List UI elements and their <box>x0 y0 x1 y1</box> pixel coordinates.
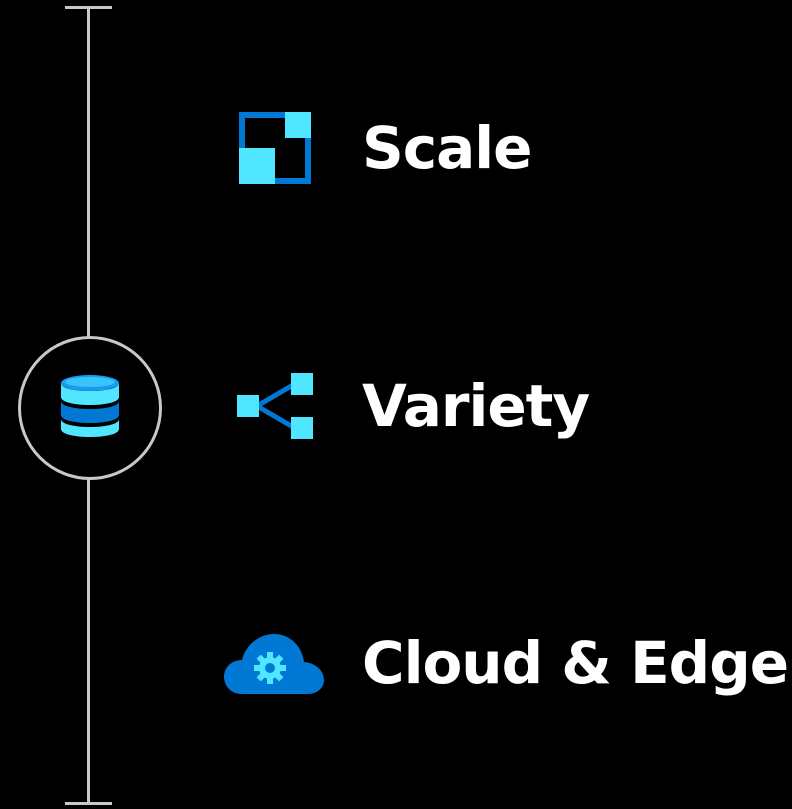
timeline-bottom-cap <box>65 802 112 805</box>
timeline-line-upper <box>87 6 90 338</box>
feature-label-scale: Scale <box>362 114 533 182</box>
feature-label-variety: Variety <box>362 372 590 440</box>
timeline-line-lower <box>87 476 90 805</box>
feature-variety: Variety <box>224 361 590 451</box>
feature-scale: Scale <box>224 103 533 193</box>
feature-cloud-edge: Cloud & Edge <box>224 618 789 708</box>
cloud-edge-icon <box>224 623 326 703</box>
timeline-node <box>18 336 162 480</box>
variety-icon <box>224 366 326 446</box>
scale-icon <box>224 108 326 188</box>
database-icon <box>59 373 121 443</box>
feature-label-cloud-edge: Cloud & Edge <box>362 629 789 697</box>
